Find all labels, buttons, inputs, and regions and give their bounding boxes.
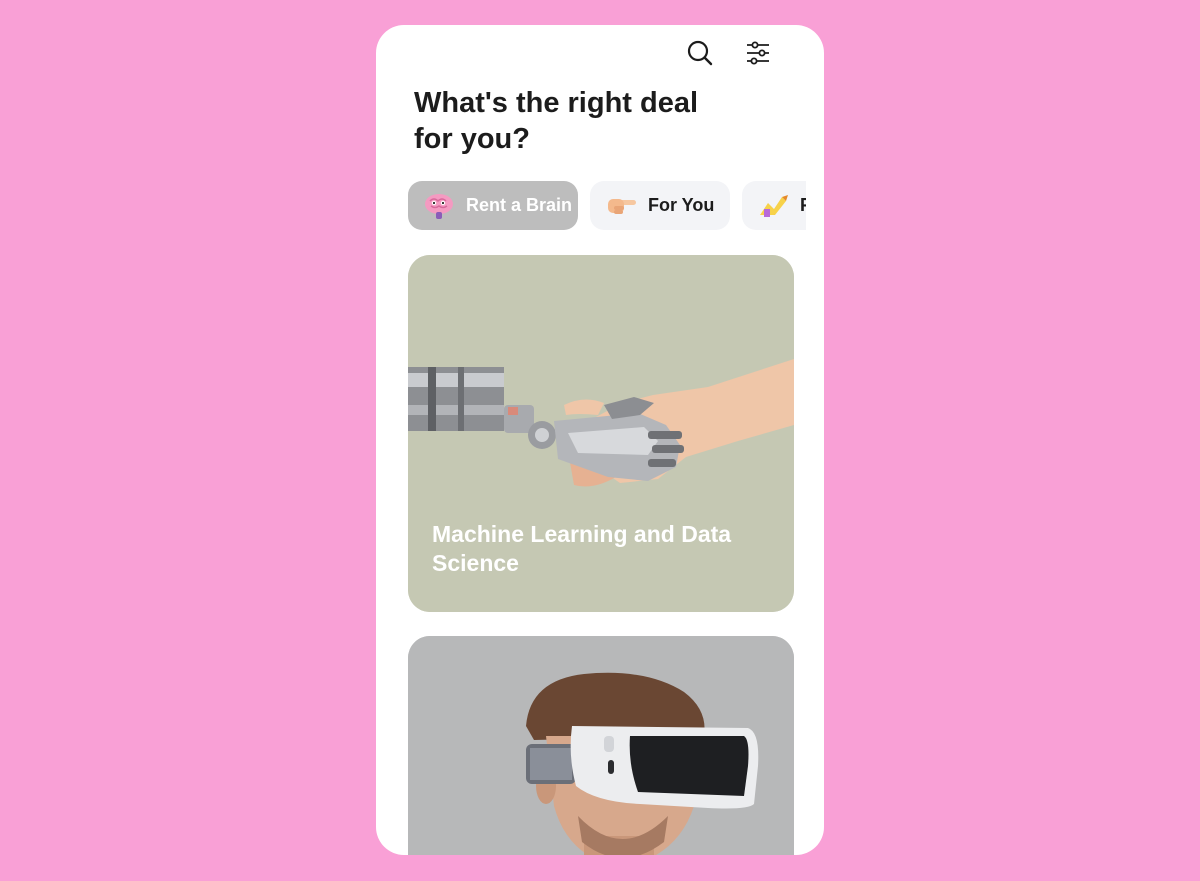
- course-card[interactable]: Machine Learning and Data Science: [408, 255, 794, 612]
- chip-track: Rent a Brain For You F: [408, 181, 806, 230]
- top-bar: [376, 25, 824, 85]
- vr-headset-image: [408, 636, 794, 855]
- page-background: What's the right deal for you? Rent a Br…: [0, 0, 1200, 881]
- search-icon: [686, 39, 714, 67]
- chip-rent-a-brain[interactable]: Rent a Brain: [408, 181, 578, 230]
- search-button[interactable]: [683, 36, 717, 70]
- chip-label: Rent a Brain: [466, 195, 573, 215]
- chart-icon: [756, 191, 790, 221]
- chip-for-you[interactable]: For You: [590, 181, 730, 230]
- filter-button[interactable]: [741, 36, 775, 70]
- chip-label: F: [800, 195, 806, 215]
- chip-label: For You: [648, 195, 715, 215]
- course-card[interactable]: [408, 636, 794, 855]
- chip-partial[interactable]: F: [742, 181, 806, 230]
- phone-screen: What's the right deal for you? Rent a Br…: [376, 25, 824, 855]
- category-chips[interactable]: Rent a Brain For You F: [408, 181, 806, 233]
- pointing-hand-icon: [604, 191, 638, 221]
- sliders-icon: [744, 39, 772, 67]
- card-title: Machine Learning and Data Science: [432, 521, 732, 576]
- page-title: What's the right deal for you?: [414, 87, 699, 155]
- brain-icon: [422, 191, 456, 221]
